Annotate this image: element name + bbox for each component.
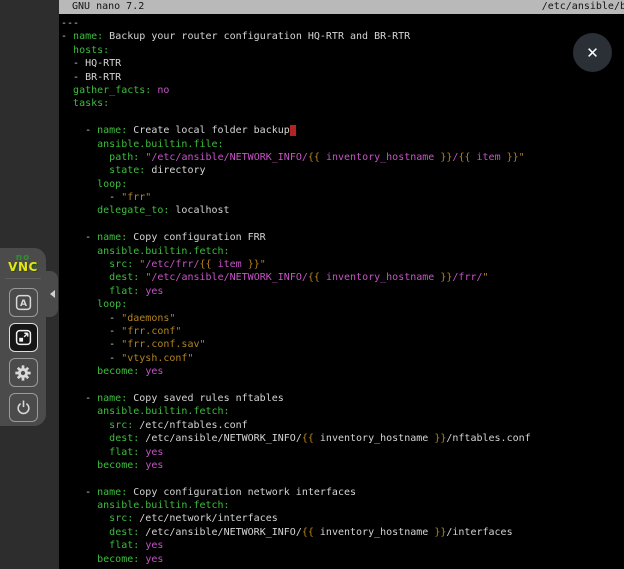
code-line: --- [61, 17, 624, 30]
code-line: flat: yes [61, 285, 624, 298]
text-cursor [290, 125, 296, 136]
fullscreen-icon [15, 329, 32, 346]
code-line: become: yes [61, 365, 624, 378]
extra-keys-button[interactable]: A [9, 288, 38, 317]
code-line: loop: [61, 178, 624, 191]
nano-titlebar: GNU nano 7.2 /etc/ansible/b [59, 0, 624, 14]
code-line: state: directory [61, 164, 624, 177]
novnc-control-panel: no VNC A [0, 248, 46, 426]
code-line: dest: /etc/ansible/NETWORK_INFO/{{ inven… [61, 432, 624, 445]
code-line [61, 379, 624, 392]
code-line: dest: /etc/ansible/NETWORK_INFO/{{ inven… [61, 526, 624, 539]
code-line: - name: Copy configuration FRR [61, 231, 624, 244]
code-line: src: /etc/nftables.conf [61, 419, 624, 432]
disconnect-button[interactable] [9, 393, 38, 422]
code-line: - name: Copy saved rules nftables [61, 392, 624, 405]
code-line: - HQ-RTR [61, 57, 624, 70]
code-line: ansible.builtin.fetch: [61, 405, 624, 418]
code-line [61, 218, 624, 231]
code-line [61, 472, 624, 485]
close-button[interactable]: ✕ [573, 33, 612, 72]
code-line: ansible.builtin.fetch: [61, 245, 624, 258]
code-line: - "vtysh.conf" [61, 352, 624, 365]
panel-collapse-handle[interactable] [46, 271, 58, 317]
code-line [61, 111, 624, 124]
code-line: - name: Create local folder backup [61, 124, 624, 137]
code-line: - BR-RTR [61, 71, 624, 84]
code-line: - "frr.conf" [61, 325, 624, 338]
collapse-left-arrow-icon [50, 290, 55, 298]
sidebar-buttons: A [0, 279, 46, 422]
code-line: flat: yes [61, 539, 624, 552]
code-line: dest: "/etc/ansible/NETWORK_INFO/{{ inve… [61, 271, 624, 284]
code-line: ansible.builtin.file: [61, 138, 624, 151]
code-line: path: "/etc/ansible/NETWORK_INFO/{{ inve… [61, 151, 624, 164]
code-line: - "frr.conf.sav" [61, 338, 624, 351]
code-line: - name: Backup your router configuration… [61, 30, 624, 43]
nano-file-path: /etc/ansible/b [542, 0, 624, 14]
code-line: - name: Copy configuration network inter… [61, 486, 624, 499]
nano-editor-text[interactable]: ---- name: Backup your router configurat… [59, 14, 624, 569]
a-key-icon: A [15, 294, 32, 311]
code-line: src: /etc/network/interfaces [61, 512, 624, 525]
code-line: flat: yes [61, 446, 624, 459]
vnc-viewport: GNU nano 7.2 /etc/ansible/b ---- name: B… [0, 0, 624, 569]
code-line: src: "/etc/frr/{{ item }}" [61, 258, 624, 271]
code-line: ansible.builtin.fetch: [61, 499, 624, 512]
gear-icon [14, 364, 32, 382]
close-icon: ✕ [586, 44, 599, 62]
code-line: - "frr" [61, 191, 624, 204]
svg-text:A: A [20, 299, 27, 309]
code-line: hosts: [61, 44, 624, 57]
settings-button[interactable] [9, 358, 38, 387]
novnc-logo-vnc: VNC [5, 262, 41, 273]
code-line: become: yes [61, 459, 624, 472]
code-line: - "daemons" [61, 312, 624, 325]
code-line: become: yes [61, 553, 624, 566]
code-line: gather_facts: no [61, 84, 624, 97]
novnc-logo: no VNC [5, 248, 41, 279]
fullscreen-button[interactable] [9, 323, 38, 352]
code-line: delegate_to: localhost [61, 204, 624, 217]
power-icon [15, 399, 32, 416]
code-line: loop: [61, 298, 624, 311]
nano-version-label: GNU nano 7.2 [72, 0, 144, 14]
code-line: tasks: [61, 97, 624, 110]
